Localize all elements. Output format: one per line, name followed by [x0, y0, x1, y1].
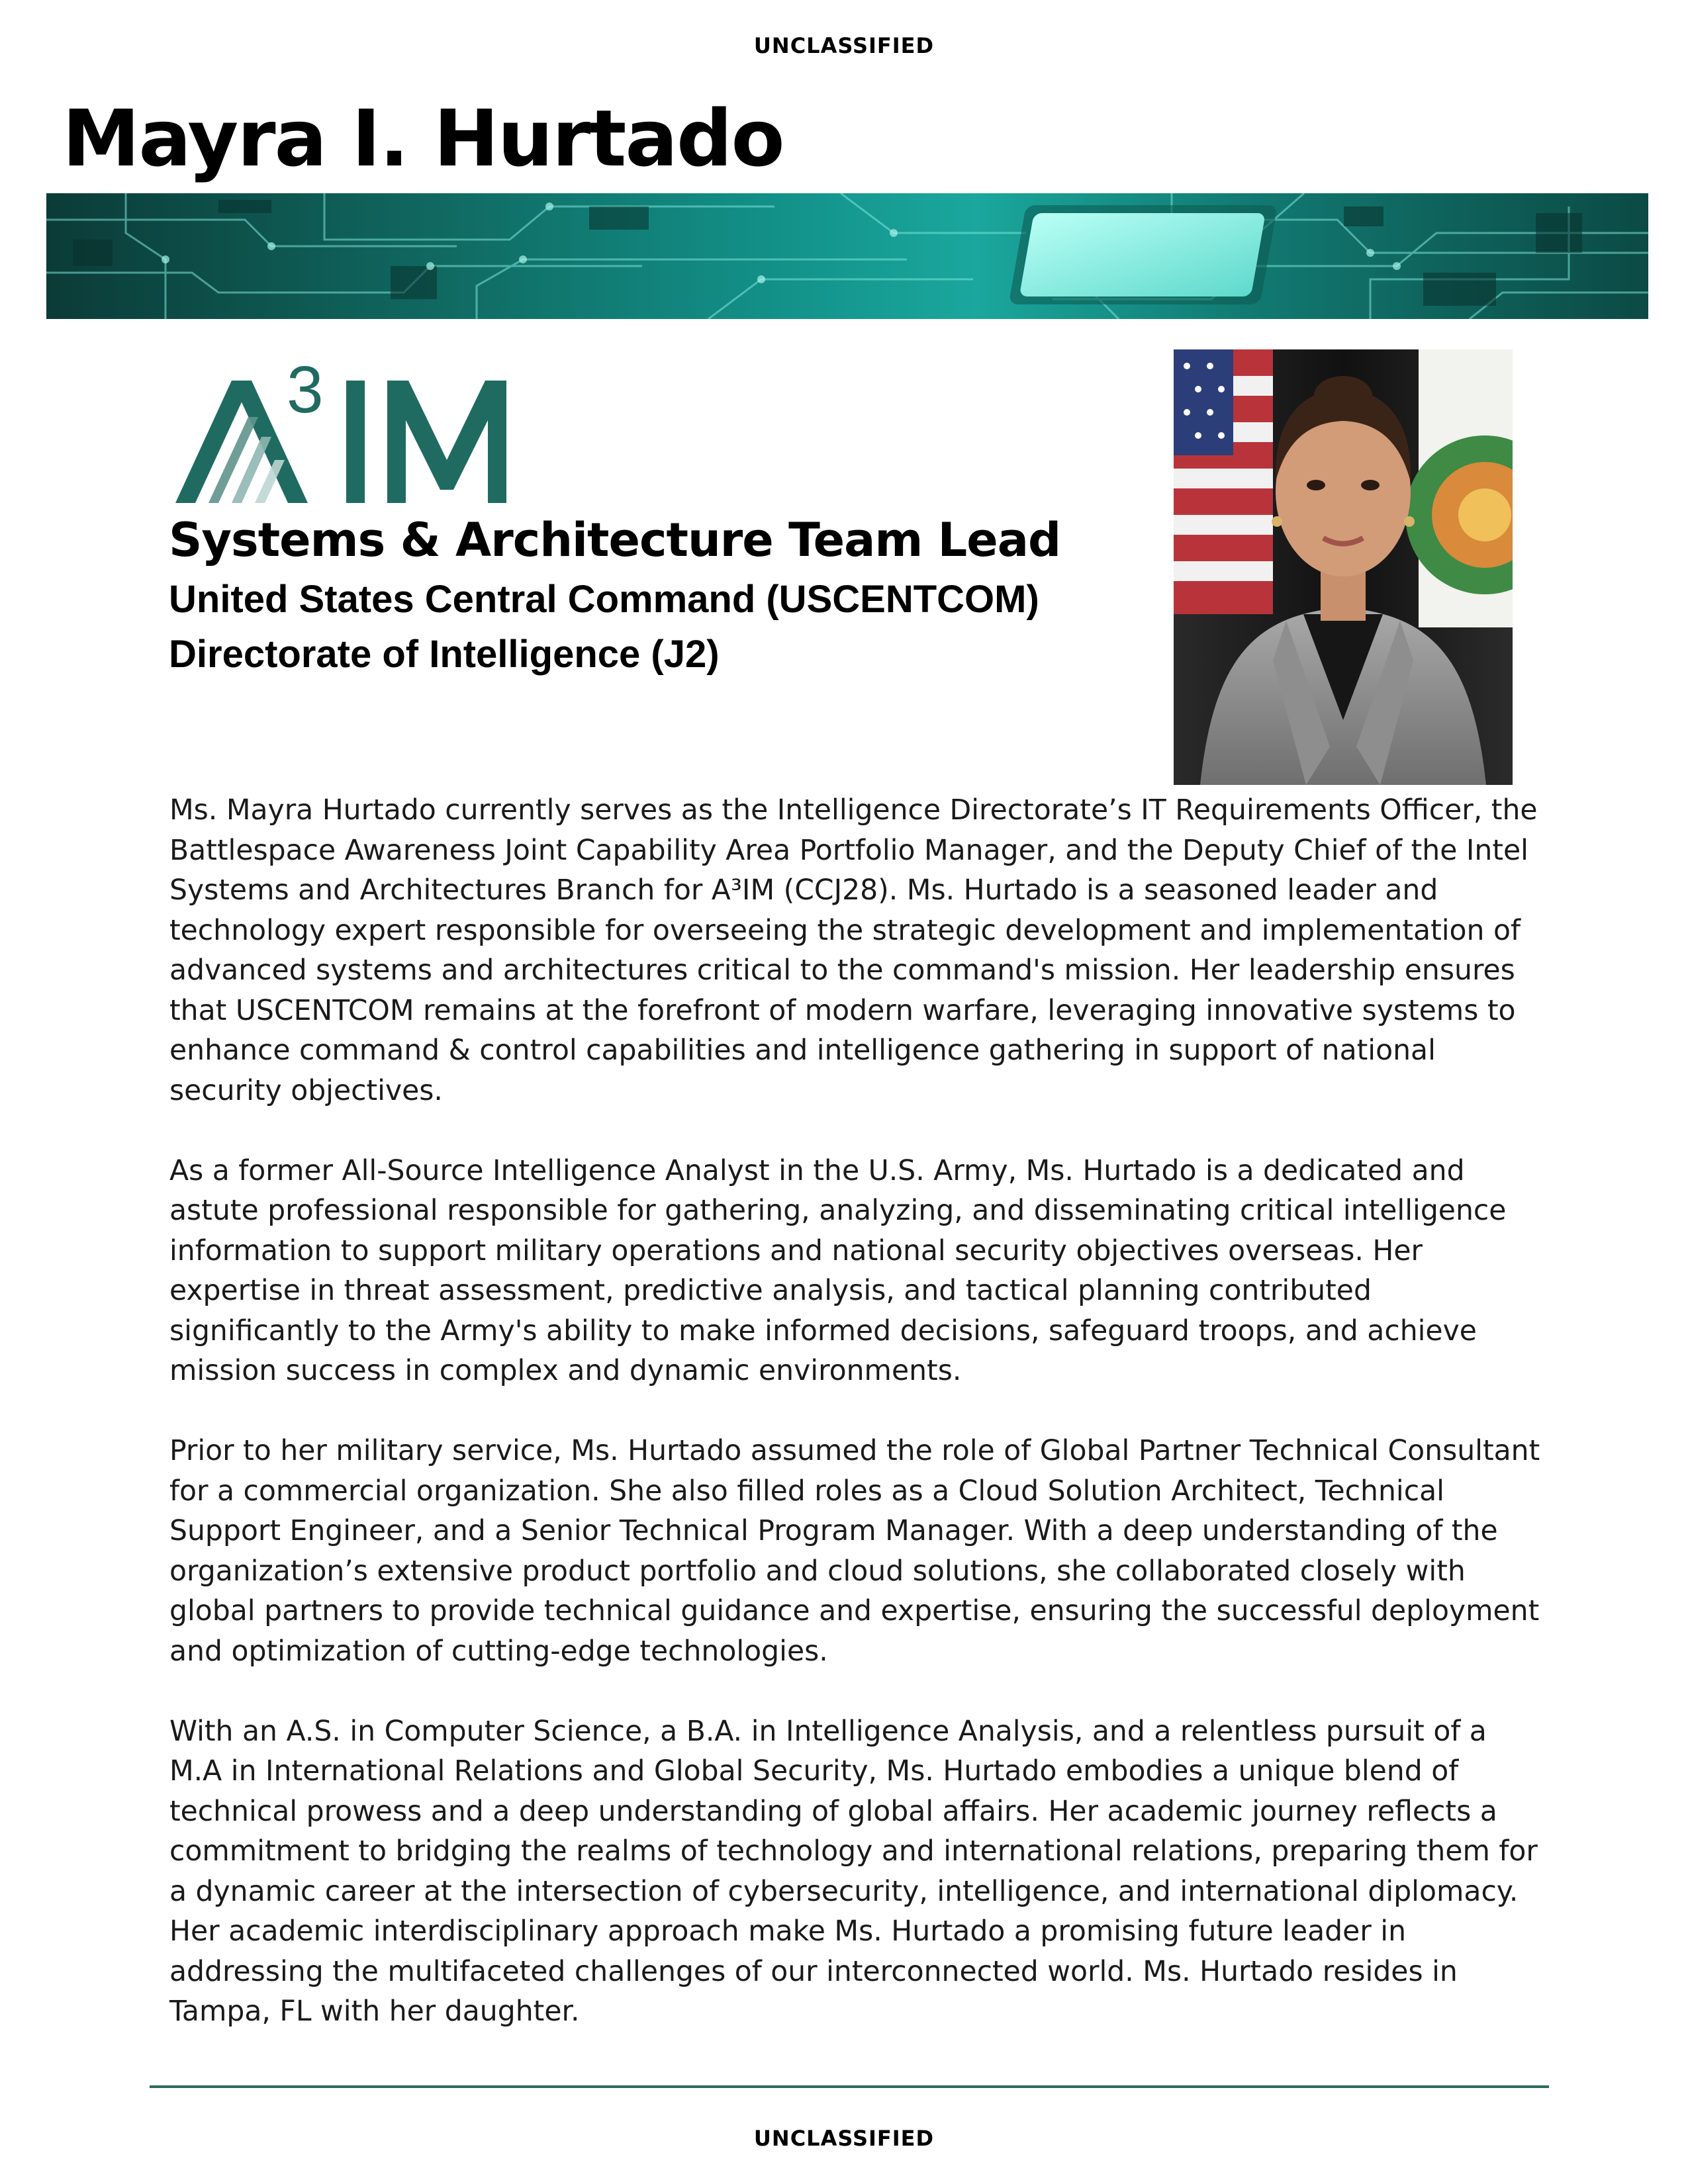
footer-divider [150, 2085, 1549, 2088]
command-flag [1405, 349, 1513, 627]
a3im-logo: 3 [169, 353, 539, 510]
bio-paragraph-army-service: As a former All-Source Intelligence Anal… [169, 1154, 1507, 1388]
a3im-logo-graphic: 3 [175, 353, 506, 503]
directorate-name: Directorate of Intelligence (J2) [169, 633, 720, 676]
classification-banner-top: UNCLASSIFIED [753, 33, 935, 58]
biography: Ms. Mayra Hurtado currently serves as th… [169, 791, 1546, 2072]
us-flag [1174, 349, 1273, 614]
circuit-board-banner [46, 193, 1648, 319]
bio-paragraph-prior-career: Prior to her military service, Ms. Hurta… [169, 1435, 1540, 1668]
bio-paragraph-education: With an A.S. in Computer Science, a B.A.… [169, 1715, 1538, 2028]
circuit-pattern-graphic [46, 193, 1648, 319]
portrait-illustration [1174, 349, 1513, 785]
job-title: Systems & Architecture Team Lead [169, 513, 1061, 567]
bio-paragraph-current-role: Ms. Mayra Hurtado currently serves as th… [169, 794, 1538, 1107]
portrait-photo [1174, 349, 1513, 785]
classification-banner-bottom: UNCLASSIFIED [753, 2126, 935, 2151]
svg-text:3: 3 [287, 361, 324, 427]
organization-name: United States Central Command (USCENTCOM… [169, 578, 1039, 621]
person-name: Mayra I. Hurtado [62, 93, 785, 184]
